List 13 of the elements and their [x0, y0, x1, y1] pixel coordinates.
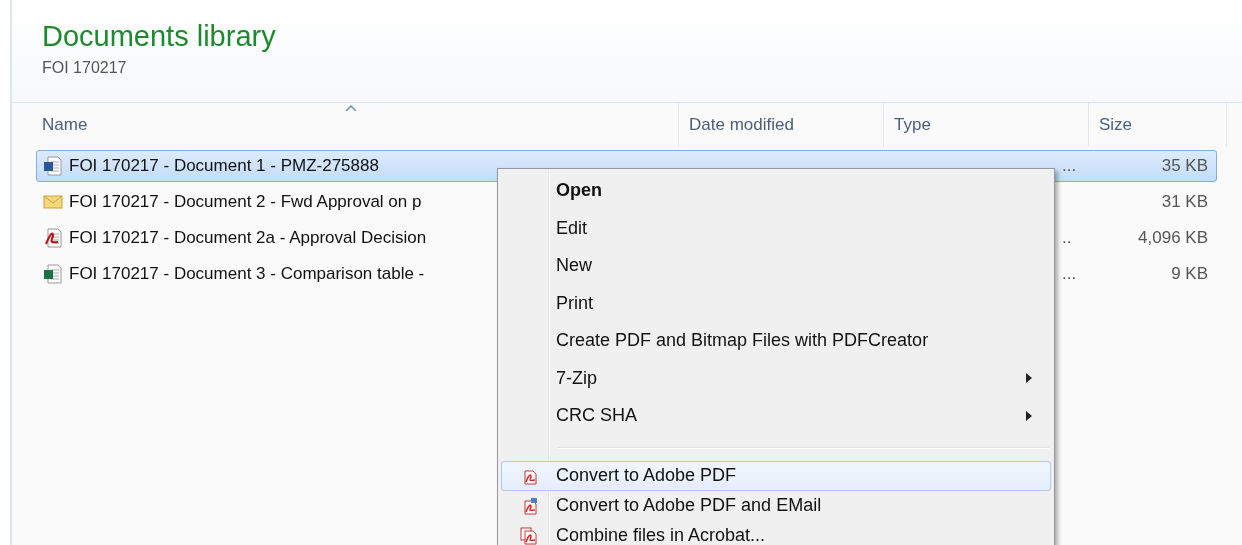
- file-name: FOI 170217 - Document 2 - Fwd Approval on p: [69, 192, 422, 212]
- file-size: 4,096 KB: [1138, 228, 1208, 248]
- file-size: 31 KB: [1161, 192, 1208, 212]
- file-name: FOI 170217 - Document 2a - Approval Decision: [69, 228, 427, 248]
- library-subtitle: FOI 170217: [42, 59, 128, 77]
- file-name: FOI 170217 - Document 1 - PMZ-275888: [69, 156, 379, 176]
- file-size: 9 KB: [1171, 264, 1208, 284]
- file-type: ...: [1062, 264, 1077, 284]
- file-type: ...: [1062, 156, 1077, 176]
- file-name: FOI 170217 - Document 3 - Comparison table -: [69, 264, 425, 284]
- file-size: 35 KB: [1161, 156, 1208, 176]
- file-type: ..: [1062, 228, 1072, 248]
- library-title: Documents library: [42, 20, 277, 53]
